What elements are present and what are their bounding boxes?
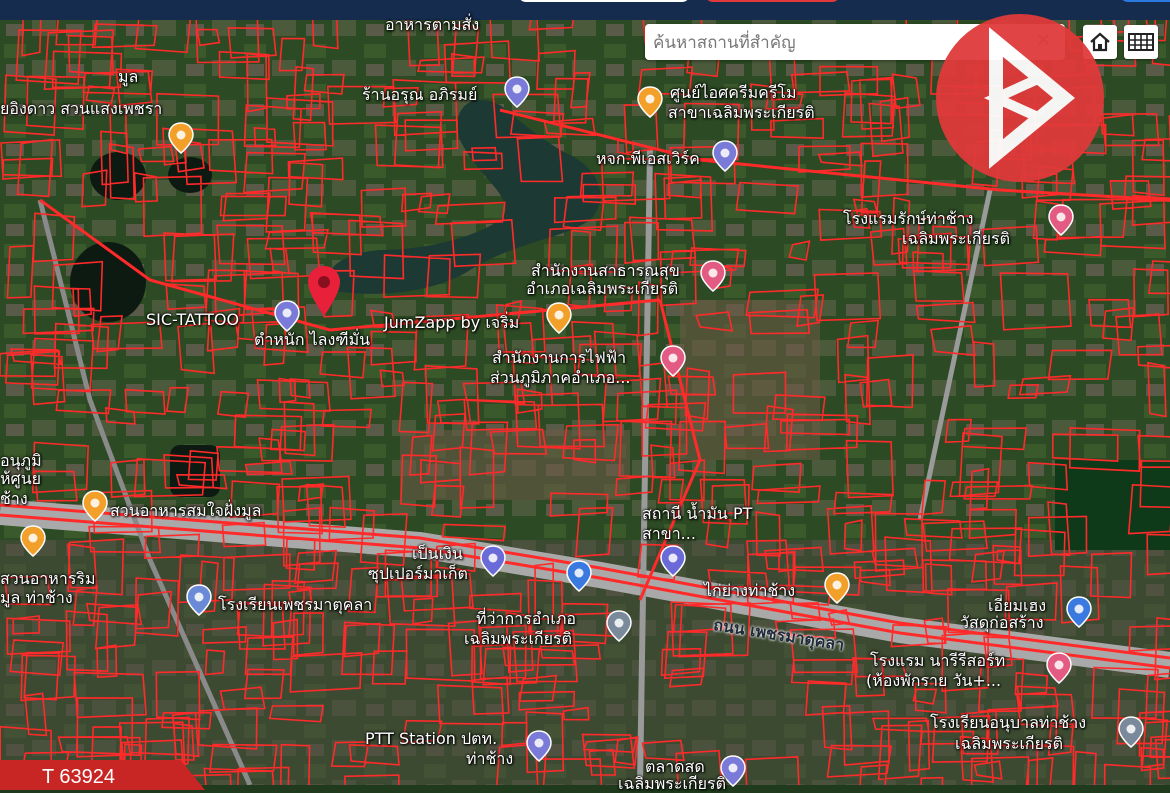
school-pin-icon[interactable] <box>1118 716 1144 748</box>
place-label[interactable]: เฉลิมพระเกียรติ <box>955 735 1063 753</box>
place-pin-icon[interactable] <box>504 76 530 108</box>
place-label[interactable]: โรงแรม นารีรีสอร์ท <box>870 652 1005 670</box>
place-label[interactable]: สำนักงานสาธารณสุข <box>531 262 680 280</box>
place-label[interactable]: สาขา... <box>642 525 696 543</box>
place-label[interactable]: เฉลิมพระเกียรติ <box>902 230 1010 248</box>
place-label[interactable]: สถานี น้ำมัน PT <box>642 505 752 523</box>
place-label[interactable]: สวนอาหารสมใจฝั่งมูล <box>110 502 261 520</box>
place-label[interactable]: ยอิงดาว สวนแสงเพชรา <box>0 100 162 118</box>
place-label[interactable]: ซุปเปอร์มาเก็ต <box>368 565 468 583</box>
pond <box>90 152 146 200</box>
logo-icon <box>983 27 1076 169</box>
place-label[interactable]: SIC-TATTOO <box>146 311 239 329</box>
place-label[interactable]: โรงเรียนอนุบาลท่าช้าง <box>930 714 1086 732</box>
place-label[interactable]: สาขาเฉลิมพระเกียรติ <box>668 104 815 122</box>
place-label[interactable]: สวนอาหารริม <box>0 570 96 588</box>
green-field <box>1055 460 1170 550</box>
place-pin-icon[interactable] <box>712 140 738 172</box>
tab-pill[interactable] <box>1120 0 1170 2</box>
tab-pill[interactable] <box>518 0 690 2</box>
place-label[interactable]: มูล <box>118 68 138 86</box>
school-pin-icon[interactable] <box>186 584 212 616</box>
brand-logo <box>936 14 1104 182</box>
cafe-pin-icon[interactable] <box>546 302 572 334</box>
school-pin-icon[interactable] <box>566 560 592 592</box>
place-label[interactable]: ที่ว่าการอำเภอ <box>476 610 576 628</box>
place-label[interactable]: หจก.พีเอสเวิร์ค <box>596 150 700 168</box>
place-pin-icon[interactable] <box>274 300 300 332</box>
place-label[interactable]: โรงเรียนเพชรมาตุคลา <box>218 596 372 614</box>
place-label[interactable]: ท่าช้าง <box>466 750 513 768</box>
place-label[interactable]: อำเภอเฉลิมพระเกียรติ <box>526 280 678 298</box>
place-label[interactable]: โรงแรมรักษ์ท่าช้าง <box>843 210 973 228</box>
location-marker[interactable] <box>306 264 342 318</box>
place-label[interactable]: เฉลิมพระเกียรติ <box>464 630 572 648</box>
restaurant-pin-icon[interactable] <box>168 122 194 154</box>
place-label[interactable]: ศูนย์ไอศครีมครีโม <box>670 84 797 102</box>
store-pin-icon[interactable] <box>480 545 506 577</box>
listing-code-badge: T 63924 <box>0 760 205 790</box>
place-label[interactable]: อาหารตามสั่ง <box>385 16 479 34</box>
place-label[interactable]: มูล ท่าช้าง <box>0 589 73 607</box>
place-label[interactable]: (ห้องพักราย วัน+... <box>866 672 1001 690</box>
store-pin-icon[interactable] <box>1066 596 1092 628</box>
place-label[interactable]: สำนักงานการไฟฟ้า <box>492 349 626 367</box>
restaurant-pin-icon[interactable] <box>20 525 46 557</box>
place-label[interactable]: ร้านอรุณ อภิรมย์ <box>362 86 477 104</box>
shop-pin-icon[interactable] <box>637 86 663 118</box>
place-label[interactable]: ช้าง <box>0 490 28 508</box>
grid-button[interactable] <box>1124 25 1158 59</box>
place-label[interactable]: เฉลิมพระเกียรติ <box>618 775 726 793</box>
hotel-pin-icon[interactable] <box>1046 652 1072 684</box>
place-label[interactable]: เป็นเงิน <box>412 545 463 563</box>
government-pin-icon[interactable] <box>606 610 632 642</box>
hotel-pin-icon[interactable] <box>1048 204 1074 236</box>
pond <box>168 157 212 193</box>
place-label[interactable]: ตำหนัก ไลงฑีมั่น <box>254 331 370 349</box>
hospital-pin-icon[interactable] <box>700 260 726 292</box>
grid-icon <box>1128 33 1154 51</box>
place-label[interactable]: JumZapp by เจริ่ม <box>384 314 519 332</box>
fuel-pin-icon[interactable] <box>526 730 552 762</box>
tab-pill[interactable] <box>705 0 840 2</box>
place-label[interactable]: ส่วนภูมิภาคอำเภอ... <box>490 369 631 387</box>
fuel-pin-icon[interactable] <box>660 545 686 577</box>
office-pin-icon[interactable] <box>660 345 686 377</box>
listing-code: T 63924 <box>42 766 116 788</box>
place-label[interactable]: วัสดุก่อสร้าง <box>960 614 1044 632</box>
restaurant-pin-icon[interactable] <box>824 572 850 604</box>
place-label[interactable]: ไก่ย่างท่าช้าง <box>704 582 795 600</box>
place-label[interactable]: อนุภูมิ <box>0 452 42 470</box>
place-label[interactable]: ห้ศูนย <box>0 470 41 488</box>
restaurant-pin-icon[interactable] <box>82 490 108 522</box>
place-label[interactable]: PTT Station ปตท. <box>365 730 497 748</box>
